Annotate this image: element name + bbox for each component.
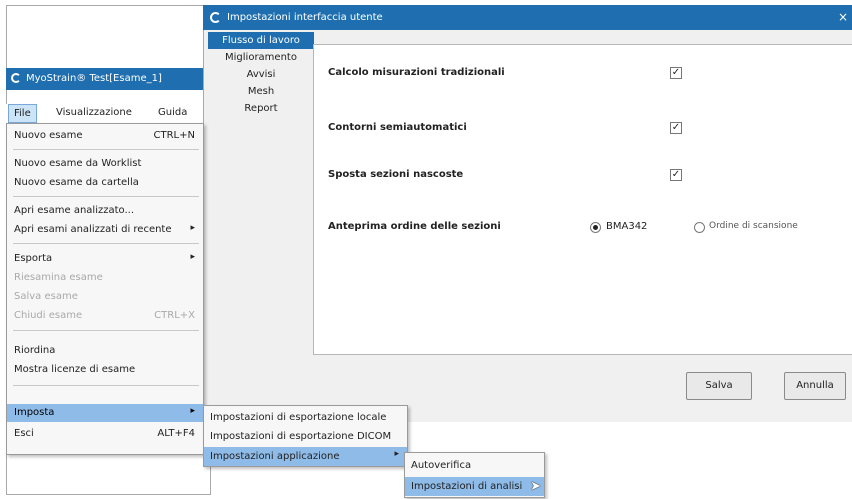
menu-item-riordina[interactable]: Riordina	[7, 342, 203, 360]
menu-item-shortcut: CTRL+N	[153, 130, 195, 141]
radio-selected-dot	[593, 225, 598, 230]
menu-item-chiudi-esame[interactable]: Chiudi esame CTRL+X	[7, 307, 203, 325]
menu-separator	[13, 149, 199, 150]
category-avvisi[interactable]: Avvisi	[208, 66, 314, 83]
radio-ordine-scansione[interactable]	[694, 222, 705, 233]
menu-guida[interactable]: Guida	[158, 107, 187, 118]
submenu-arrow-icon: ▸	[190, 252, 195, 262]
close-icon[interactable]: ×	[838, 10, 848, 24]
category-miglioramento[interactable]: Miglioramento	[208, 49, 314, 66]
category-mesh[interactable]: Mesh	[208, 83, 314, 100]
impostazioni-applicazione-submenu: Autoverifica Impostazioni di analisi ➤	[404, 452, 545, 498]
dialog-title: Impostazioni interfaccia utente	[227, 12, 383, 23]
settings-dialog-title-bar: Impostazioni interfaccia utente ×	[203, 5, 852, 30]
menu-item-apri-esame[interactable]: Apri esame analizzato...	[7, 202, 203, 220]
category-label: Flusso di lavoro	[222, 35, 300, 46]
main-window-title-bar: MyoStrain® Test[Esame_1]	[6, 68, 211, 90]
menu-item-mostra-licenze[interactable]: Mostra licenze di esame	[7, 361, 203, 379]
menu-item-impostazioni-analisi[interactable]: Impostazioni di analisi ➤	[405, 477, 544, 496]
menu-item-label: Apri esame analizzato...	[14, 205, 134, 216]
menu-item-label: Imposta	[14, 407, 55, 418]
menu-separator	[13, 385, 199, 386]
menu-item-salva-esame[interactable]: Salva esame	[7, 288, 203, 306]
checkbox-sposta[interactable]: ✓	[670, 169, 682, 181]
setting-label-sposta: Sposta sezioni nascoste	[328, 169, 464, 180]
menu-item-label: Esci	[14, 428, 34, 439]
category-label: Mesh	[247, 86, 275, 97]
menu-separator	[13, 330, 199, 331]
menu-item-label: Apri esami analizzati di recente	[14, 224, 172, 235]
mouse-cursor-icon: ➤	[530, 479, 541, 494]
menu-item-label: Nuovo esame da cartella	[14, 177, 139, 188]
category-label: Avvisi	[246, 69, 276, 80]
radio-bma342[interactable]	[590, 222, 601, 233]
menu-item-label: Impostazioni di esportazione locale	[210, 412, 387, 423]
menu-item-label: Nuovo esame	[14, 130, 83, 141]
menu-item-nuovo-esame-cartella[interactable]: Nuovo esame da cartella	[7, 174, 203, 192]
menu-file[interactable]: File	[8, 104, 37, 123]
menu-item-label: Riesamina esame	[14, 272, 103, 283]
menu-item-esporta[interactable]: Esporta ▸	[7, 250, 203, 268]
menu-item-apri-recenti[interactable]: Apri esami analizzati di recente ▸	[7, 221, 203, 239]
setting-label-calcolo: Calcolo misurazioni tradizionali	[328, 67, 505, 78]
cancel-button[interactable]: Annulla	[784, 372, 846, 400]
menu-item-riesamina-esame[interactable]: Riesamina esame	[7, 269, 203, 287]
menu-item-impostazioni-applicazione[interactable]: Impostazioni applicazione ▸	[204, 447, 407, 466]
app-logo-icon	[210, 12, 221, 23]
menu-item-imposta[interactable]: Imposta ▸	[7, 404, 203, 422]
submenu-arrow-icon: ▸	[190, 406, 195, 416]
category-label: Report	[244, 103, 278, 114]
menu-bar: File Visualizzazione Guida	[6, 104, 211, 124]
menu-item-esci[interactable]: Esci ALT+F4	[7, 425, 203, 443]
main-window-title: MyoStrain® Test[Esame_1]	[26, 73, 162, 84]
radio-label-bma342: BMA342	[606, 221, 648, 232]
menu-item-label: Nuovo esame da Worklist	[14, 158, 142, 169]
category-label: Miglioramento	[225, 52, 297, 63]
menu-item-esportazione-locale[interactable]: Impostazioni di esportazione locale	[204, 408, 407, 427]
menu-item-label: Salva esame	[14, 291, 78, 302]
checkbox-calcolo[interactable]: ✓	[670, 67, 682, 79]
submenu-arrow-icon: ▸	[190, 223, 195, 233]
menu-item-label: Chiudi esame	[14, 310, 83, 321]
settings-panel: Calcolo misurazioni tradizionali ✓ Conto…	[313, 44, 852, 355]
setting-label-contorni: Contorni semiautomatici	[328, 122, 467, 133]
menu-separator	[13, 196, 199, 197]
menu-item-label: Mostra licenze di esame	[14, 364, 136, 375]
menu-item-label: Autoverifica	[411, 460, 472, 471]
menu-visualizzazione[interactable]: Visualizzazione	[56, 107, 132, 118]
radio-label-ordine-scansione: Ordine di scansione	[709, 221, 798, 231]
menu-item-nuovo-esame-worklist[interactable]: Nuovo esame da Worklist	[7, 155, 203, 173]
app-logo-icon	[11, 73, 21, 83]
file-menu: Nuovo esame CTRL+N Nuovo esame da Workli…	[6, 123, 204, 455]
save-button[interactable]: Salva	[686, 372, 752, 400]
menu-item-shortcut: CTRL+X	[154, 310, 195, 321]
setting-label-anteprima: Anteprima ordine delle sezioni	[328, 221, 501, 232]
menu-item-esportazione-dicom[interactable]: Impostazioni di esportazione DICOM	[204, 427, 407, 446]
menu-item-label: Riordina	[14, 345, 56, 356]
menu-item-label: Impostazioni di esportazione DICOM	[210, 431, 392, 442]
submenu-arrow-icon: ▸	[394, 449, 399, 459]
menu-item-label: Impostazioni di analisi	[411, 481, 523, 492]
category-report[interactable]: Report	[208, 100, 314, 117]
menu-item-nuovo-esame[interactable]: Nuovo esame CTRL+N	[7, 127, 203, 145]
menu-item-autoverifica[interactable]: Autoverifica	[405, 456, 544, 475]
category-flusso-di-lavoro[interactable]: Flusso di lavoro	[208, 32, 314, 49]
checkbox-contorni[interactable]: ✓	[670, 122, 682, 134]
menu-item-label: Esporta	[14, 253, 53, 264]
menu-separator	[13, 243, 199, 244]
imposta-submenu: Impostazioni di esportazione locale Impo…	[203, 405, 408, 467]
menu-item-label: Impostazioni applicazione	[210, 451, 340, 462]
menu-item-shortcut: ALT+F4	[157, 428, 195, 439]
